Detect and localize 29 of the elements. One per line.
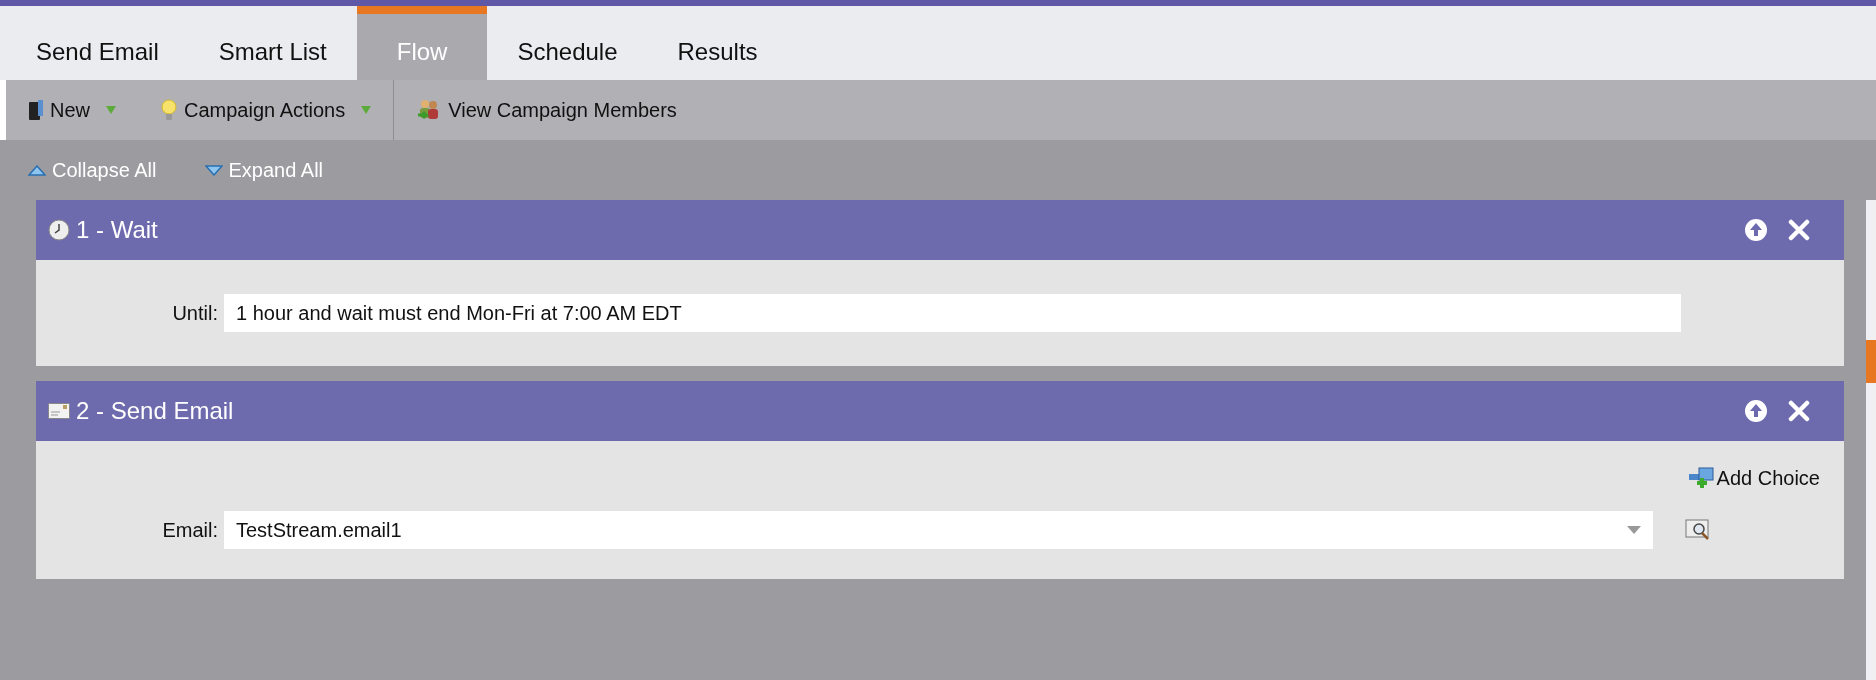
until-field[interactable]: 1 hour and wait must end Mon-Fri at 7:00 AM EDT [224,294,1681,332]
field-label: Email: [161,518,219,543]
triangle-up-icon [28,164,46,176]
close-icon[interactable] [1788,219,1810,241]
tab[interactable]: Smart List [188,6,357,80]
lightbulb-icon [160,98,178,122]
email-select[interactable]: TestStream.email1 [224,511,1653,549]
move-up-icon[interactable] [1744,399,1768,423]
envelope-icon [48,402,70,420]
tab[interactable]: Send Email [6,6,189,80]
book-icon [28,99,44,121]
field-label: Until: [171,301,219,326]
close-icon[interactable] [1788,400,1810,422]
preview-icon[interactable] [1685,519,1711,541]
dropdown-icon [361,106,372,114]
toolbar-button[interactable]: View Campaign Members [393,80,699,140]
clock-icon [48,219,70,241]
toolbar-button[interactable]: Campaign Actions [138,80,394,140]
step-title: 2 - Send Email [76,396,234,426]
add-choice-icon [1688,466,1715,490]
move-up-icon[interactable] [1744,218,1768,242]
tab[interactable]: Schedule [487,6,648,80]
toolbar-button[interactable]: New [6,80,138,140]
dropdown-icon [106,106,116,114]
add-choice-button[interactable]: Add Choice [1688,463,1820,493]
tab[interactable]: Results [647,6,788,80]
caret-icon [1627,526,1641,534]
triangle-down-icon [204,164,223,176]
step-title: 1 - Wait [76,215,158,245]
